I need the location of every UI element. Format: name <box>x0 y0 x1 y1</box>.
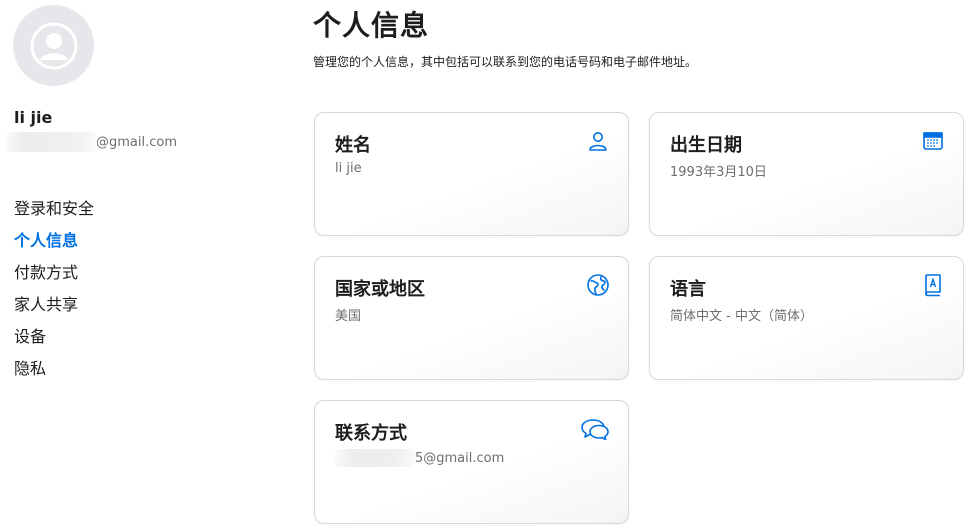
card-value: 简体中文 - 中文（简体） <box>670 309 813 324</box>
contact-email-suffix: 5@gmail.com <box>415 450 505 466</box>
calendar-icon <box>921 129 945 153</box>
card-title: 联系方式 <box>335 423 407 444</box>
card-value: li jie <box>335 161 362 176</box>
avatar[interactable] <box>13 5 94 86</box>
sidebar-item-family-sharing[interactable]: 家人共享 <box>14 289 94 321</box>
user-silhouette-icon <box>30 22 77 69</box>
sidebar-item-payment-methods[interactable]: 付款方式 <box>14 257 94 289</box>
card-title: 语言 <box>670 279 706 300</box>
card-value: 美国 <box>335 309 362 324</box>
card-title: 国家或地区 <box>335 279 425 300</box>
person-icon <box>586 129 610 153</box>
region-card[interactable]: 国家或地区 美国 <box>314 256 629 380</box>
language-card[interactable]: 语言 简体中文 - 中文（简体） <box>649 256 964 380</box>
card-title: 姓名 <box>335 135 371 156</box>
birthday-card[interactable]: 出生日期 1993年3月10日 <box>649 112 964 236</box>
card-title: 出生日期 <box>670 135 742 156</box>
card-value: 5@gmail.com <box>335 449 504 467</box>
sidebar-item-personal-info[interactable]: 个人信息 <box>14 225 94 257</box>
language-book-icon <box>921 273 945 297</box>
chat-bubbles-icon <box>580 417 610 441</box>
globe-icon <box>586 273 610 297</box>
card-value: 1993年3月10日 <box>670 165 767 180</box>
contact-card[interactable]: 联系方式 5@gmail.com <box>314 400 629 524</box>
sidebar-nav: 登录和安全 个人信息 付款方式 家人共享 设备 隐私 <box>14 193 94 385</box>
page-description: 管理您的个人信息，其中包括可以联系到您的电话号码和电子邮件地址。 <box>313 55 698 69</box>
sidebar-item-sign-in-security[interactable]: 登录和安全 <box>14 193 94 225</box>
user-email-domain: @gmail.com <box>96 134 178 150</box>
page-title: 个人信息 <box>313 9 430 42</box>
sidebar-item-privacy[interactable]: 隐私 <box>14 353 94 385</box>
email-redaction <box>6 132 96 152</box>
user-email: @gmail.com <box>6 132 177 152</box>
name-card[interactable]: 姓名 li jie <box>314 112 629 236</box>
main-content: 个人信息 管理您的个人信息，其中包括可以联系到您的电话号码和电子邮件地址。 姓名… <box>313 0 973 528</box>
sidebar-item-devices[interactable]: 设备 <box>14 321 94 353</box>
user-name: li jie <box>14 108 53 127</box>
sidebar: li jie @gmail.com 登录和安全 个人信息 付款方式 家人共享 设… <box>0 0 290 528</box>
contact-redaction <box>335 449 415 467</box>
